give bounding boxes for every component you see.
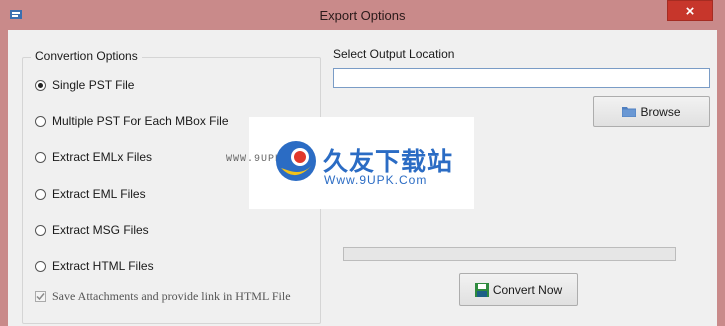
radio-label: Extract EMLx Files xyxy=(52,150,153,164)
checkmark-icon xyxy=(36,292,45,300)
radio-label: Multiple PST For Each MBox File xyxy=(52,114,229,128)
radio-button[interactable] xyxy=(35,260,46,272)
radio-single-pst[interactable]: Single PST File xyxy=(35,77,134,93)
radio-button[interactable] xyxy=(35,224,46,236)
conversion-progress-bar xyxy=(343,247,676,261)
save-attachments-checkbox-row[interactable]: Save Attachments and provide link in HTM… xyxy=(35,288,291,304)
radio-button[interactable] xyxy=(35,115,46,127)
close-button[interactable]: × xyxy=(667,0,713,21)
save-attachments-label: Save Attachments and provide link in HTM… xyxy=(52,288,291,303)
radio-extract-emlx[interactable]: Extract EMLx Files xyxy=(35,149,152,165)
close-icon: × xyxy=(685,3,695,20)
folder-icon xyxy=(622,107,637,117)
browse-button-label: Browse xyxy=(640,104,681,119)
conversion-options-label: Convertion Options xyxy=(31,49,142,63)
title-bar[interactable]: Export Options × xyxy=(0,0,725,30)
radio-label: Extract MSG Files xyxy=(52,223,149,237)
output-location-label: Select Output Location xyxy=(333,47,455,61)
radio-button[interactable] xyxy=(35,188,46,200)
watermark-url-text: Www.9UPK.Com xyxy=(324,173,428,187)
radio-extract-eml[interactable]: Extract EML Files xyxy=(35,186,146,202)
radio-button[interactable] xyxy=(35,79,46,91)
radio-label: Extract HTML Files xyxy=(52,259,154,273)
convert-now-label: Convert Now xyxy=(492,282,563,297)
watermark-logo-icon xyxy=(273,138,319,187)
radio-label: Extract EML Files xyxy=(52,187,146,201)
radio-extract-html[interactable]: Extract HTML Files xyxy=(35,258,154,274)
browse-button[interactable]: Browse xyxy=(593,96,710,127)
radio-extract-msg[interactable]: Extract MSG Files xyxy=(35,222,149,238)
save-icon xyxy=(474,282,489,297)
output-location-input[interactable] xyxy=(333,68,710,88)
save-attachments-checkbox[interactable] xyxy=(35,290,46,302)
radio-button[interactable] xyxy=(35,151,46,163)
window-title: Export Options xyxy=(319,8,406,23)
convert-now-button[interactable]: Convert Now xyxy=(459,273,578,306)
radio-label: Single PST File xyxy=(52,78,135,92)
radio-multiple-pst[interactable]: Multiple PST For Each MBox File xyxy=(35,113,229,129)
